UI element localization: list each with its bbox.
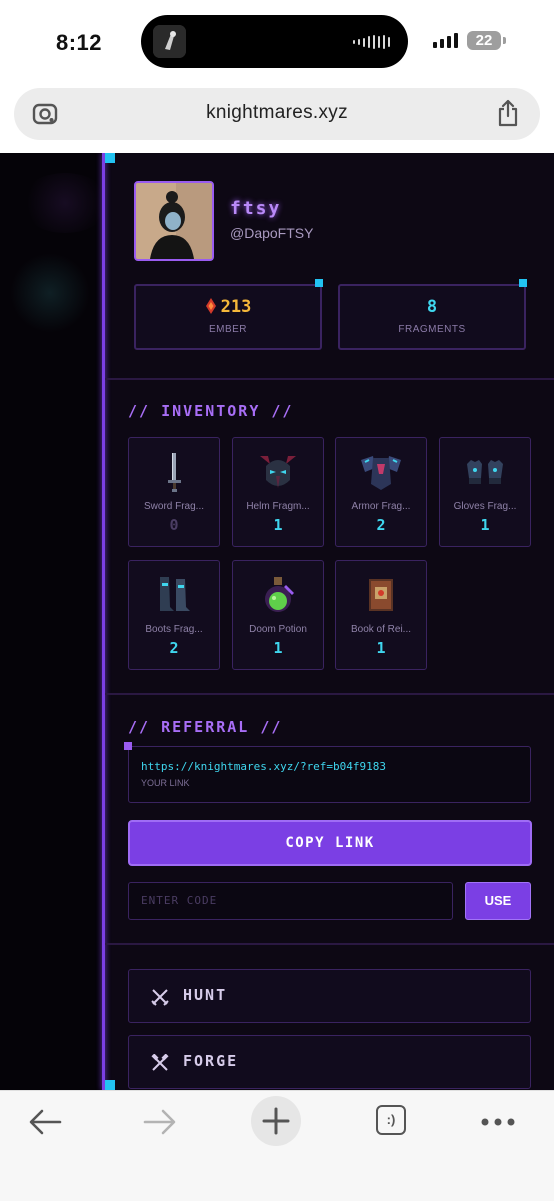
item-count: 1	[273, 639, 283, 657]
status-time: 8:12	[56, 30, 103, 55]
item-name: Gloves Frag...	[453, 501, 517, 512]
ember-value: 213	[220, 297, 252, 317]
sword-icon	[168, 453, 181, 492]
crossed-swords-icon	[151, 989, 169, 1006]
frame-corner	[105, 153, 115, 163]
ember-stat: 213 EMBER	[134, 284, 322, 350]
boots-icon	[160, 577, 190, 611]
item-name: Armor Frag...	[351, 501, 411, 512]
url-text[interactable]: knightmares.xyz	[14, 102, 540, 124]
potion-icon	[265, 577, 294, 612]
hunt-label: HUNT	[183, 986, 228, 1004]
stat-corner	[519, 279, 527, 287]
username: ftsy	[230, 198, 282, 219]
armor-icon	[361, 456, 401, 490]
avatar	[134, 181, 214, 261]
inventory-item-book[interactable]: Book of Rei... 1	[335, 560, 427, 670]
inventory-item-boots[interactable]: Boots Frag... 2	[128, 560, 220, 670]
use-code-button[interactable]: USE	[465, 882, 531, 920]
user-handle: @DapoFTSY	[230, 225, 314, 241]
copy-link-button[interactable]: COPY LINK	[128, 820, 532, 866]
audio-waveform-icon	[353, 35, 390, 49]
code-placeholder: ENTER CODE	[141, 894, 218, 907]
dynamic-island	[141, 15, 408, 68]
fragments-value: 8	[426, 297, 438, 317]
helm-icon	[260, 456, 296, 488]
referral-code-input[interactable]: ENTER CODE	[128, 882, 453, 920]
fragments-label: FRAGMENTS	[398, 324, 466, 335]
status-bar: 8:12 22	[0, 0, 554, 84]
address-bar[interactable]: knightmares.xyz	[14, 88, 540, 140]
browser-toolbar: :)	[0, 1090, 554, 1201]
referral-link[interactable]: https://knightmares.xyz/?ref=b04f9183	[141, 760, 386, 773]
item-name: Sword Frag...	[143, 501, 205, 512]
referral-link-label: YOUR LINK	[141, 778, 190, 788]
plus-icon	[262, 1107, 290, 1135]
cellular-signal-icon	[433, 33, 458, 48]
now-playing-artwork	[153, 25, 186, 58]
inventory-item-sword[interactable]: Sword Frag... 0	[128, 437, 220, 547]
forge-label: FORGE	[183, 1052, 239, 1070]
item-count: 1	[376, 639, 386, 657]
share-icon[interactable]	[496, 99, 520, 127]
inventory-title: // INVENTORY //	[128, 402, 294, 420]
book-icon	[369, 579, 393, 611]
item-name: Doom Potion	[249, 624, 307, 635]
fragments-stat: 8 FRAGMENTS	[338, 284, 526, 350]
section-divider	[105, 378, 554, 380]
section-divider	[105, 693, 554, 695]
tab-switcher-button[interactable]: :)	[376, 1105, 406, 1135]
item-count: 2	[169, 639, 179, 657]
frame-corner	[105, 1080, 115, 1090]
frame-border	[102, 153, 105, 1090]
inventory-item-gloves[interactable]: Gloves Frag... 1	[439, 437, 531, 547]
inventory-item-armor[interactable]: Armor Frag... 2	[335, 437, 427, 547]
item-name: Boots Frag...	[145, 624, 203, 635]
item-count: 0	[169, 516, 179, 534]
item-count: 1	[480, 516, 490, 534]
referral-link-box[interactable]: https://knightmares.xyz/?ref=b04f9183 YO…	[128, 746, 531, 803]
new-tab-button[interactable]	[251, 1096, 301, 1146]
box-corner	[124, 742, 132, 750]
inventory-item-potion[interactable]: Doom Potion 1	[232, 560, 324, 670]
forward-icon[interactable]	[143, 1109, 177, 1135]
referral-title: // REFERRAL //	[128, 718, 283, 736]
item-count: 1	[273, 516, 283, 534]
inventory-item-helm[interactable]: Helm Fragm... 1	[232, 437, 324, 547]
left-backdrop	[0, 153, 110, 1090]
item-count: 2	[376, 516, 386, 534]
stat-corner	[315, 279, 323, 287]
section-divider	[105, 943, 554, 945]
ember-icon	[205, 298, 216, 314]
gloves-icon	[467, 460, 503, 484]
item-name: Helm Fragm...	[246, 501, 310, 512]
forge-button[interactable]: FORGE	[128, 1035, 531, 1089]
more-icon[interactable]	[480, 1117, 516, 1127]
hunt-button[interactable]: HUNT	[128, 969, 531, 1023]
back-icon[interactable]	[28, 1109, 62, 1135]
ember-label: EMBER	[208, 324, 248, 335]
battery-icon: 22	[467, 31, 501, 50]
hammers-icon	[151, 1054, 169, 1071]
web-page: ftsy @DapoFTSY 213 EMBER 8 FRAGMENTS // …	[0, 153, 554, 1090]
item-name: Book of Rei...	[350, 624, 412, 635]
